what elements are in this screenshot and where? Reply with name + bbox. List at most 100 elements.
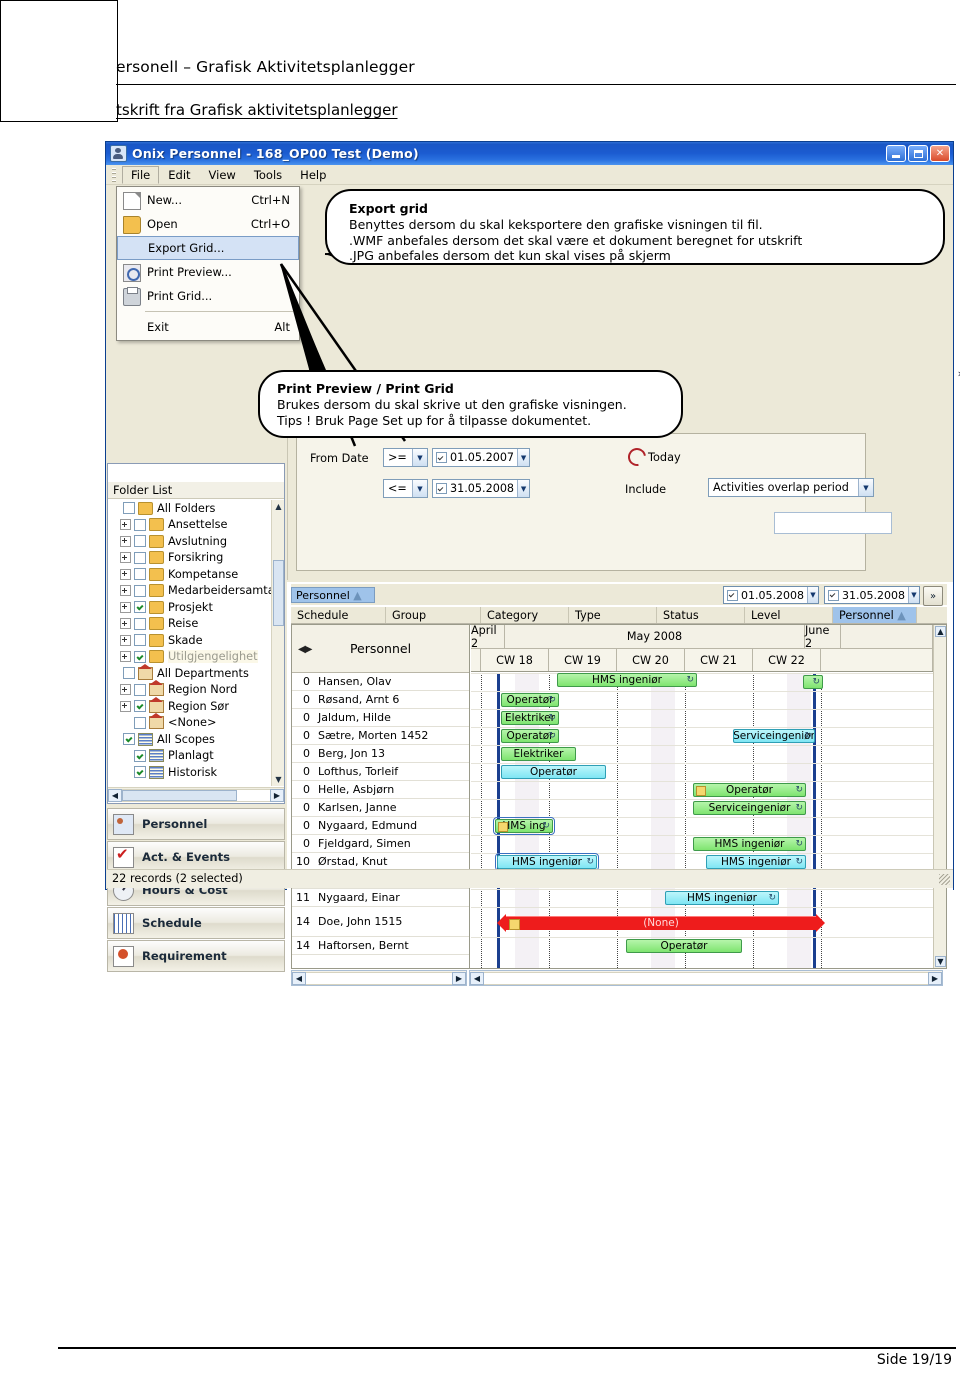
- menu-item-print-preview[interactable]: Print Preview...: [117, 260, 299, 284]
- table-row[interactable]: 0 Nygaard, Edmund: [292, 817, 469, 835]
- scroll-left-icon[interactable]: ◀: [292, 971, 306, 985]
- table-row[interactable]: 0 Røsand, Arnt 6: [292, 691, 469, 709]
- expand-plus-icon[interactable]: [120, 700, 131, 712]
- table-row[interactable]: 0 Jaldum, Hilde: [292, 709, 469, 727]
- scroll-up-icon[interactable]: ▲: [935, 626, 946, 637]
- gantt-bar[interactable]: Elektriker: [501, 747, 576, 761]
- sort-chip[interactable]: Personnel ▲: [291, 586, 375, 603]
- column-header-schedule[interactable]: Schedule: [291, 607, 386, 623]
- table-row[interactable]: 0 Lofthus, Torleif: [292, 763, 469, 781]
- menu-tools[interactable]: Tools: [245, 166, 291, 184]
- scroll-down-icon[interactable]: ▼: [935, 956, 946, 967]
- gantt-bar[interactable]: Operatør↻: [693, 783, 806, 797]
- names-horizontal-scrollbar[interactable]: ◀ ▶: [291, 970, 467, 986]
- menu-item-new[interactable]: New... Ctrl+N: [117, 188, 299, 212]
- folder-tree-item[interactable]: Utilgjengelighet: [109, 649, 271, 666]
- folder-tree-item[interactable]: Region Sør: [109, 696, 271, 715]
- from-date-dropdown-icon[interactable]: ▼: [517, 449, 529, 466]
- scrollbar-track[interactable]: [306, 971, 452, 985]
- scroll-up-icon[interactable]: ▲: [273, 501, 284, 512]
- gantt-bar[interactable]: Serviceingeniør ↻: [733, 729, 815, 743]
- folder-checkbox[interactable]: [134, 518, 146, 531]
- menu-view[interactable]: View: [200, 166, 245, 184]
- folder-checkbox[interactable]: [134, 634, 146, 647]
- gantt-bar[interactable]: Operatør↻: [501, 693, 559, 707]
- gantt-horizontal-scrollbar[interactable]: ◀ ▶: [469, 970, 943, 986]
- folder-tree-item[interactable]: Historisk: [109, 764, 271, 781]
- panel-expand-icon[interactable]: »: [954, 366, 960, 381]
- expand-plus-icon[interactable]: [120, 552, 131, 564]
- expand-plus-icon[interactable]: [120, 634, 131, 646]
- minimize-button[interactable]: [886, 145, 906, 162]
- folder-tree-item[interactable]: All Folders: [109, 500, 271, 517]
- folder-tree-item[interactable]: All Departments: [109, 663, 271, 682]
- folder-checkbox[interactable]: [134, 749, 146, 762]
- table-row[interactable]: 14 Doe, John 1515: [292, 907, 469, 937]
- expand-plus-icon[interactable]: [120, 535, 131, 547]
- gantt-bar[interactable]: Serviceingeniør ↻: [693, 801, 806, 815]
- to-date-operator-select[interactable]: <= ▼: [383, 479, 428, 498]
- sidebar-item-personnel[interactable]: Personnel: [107, 808, 285, 840]
- expand-plus-icon[interactable]: [120, 585, 131, 597]
- folder-tree-item[interactable]: Reise: [109, 616, 271, 633]
- to-date-input[interactable]: 31.05.2008 ▼: [432, 479, 530, 498]
- table-row[interactable]: 0 Hansen, Olav: [292, 673, 469, 691]
- include-select[interactable]: Activities overlap period ▼: [708, 478, 874, 497]
- grid-date-to-input[interactable]: 31.05.2008 ▼: [824, 586, 920, 604]
- personnel-rows[interactable]: 0 Hansen, Olav 0 Røsand, Arnt 6 0 Jaldum, Hil…: [292, 673, 469, 955]
- folder-checkbox[interactable]: [134, 535, 146, 548]
- scroll-right-icon[interactable]: ▶: [270, 788, 284, 802]
- menu-item-exit[interactable]: Exit Alt: [117, 315, 299, 339]
- folder-checkbox[interactable]: [123, 733, 135, 746]
- scrollbar-thumb[interactable]: [273, 560, 284, 626]
- chevron-down-icon[interactable]: ▼: [907, 587, 919, 603]
- sidebar-item-requirement[interactable]: Requirement: [107, 940, 285, 972]
- column-header-personnel[interactable]: Personnel ▲: [833, 607, 917, 623]
- table-row[interactable]: 0 Karlsen, Janne: [292, 799, 469, 817]
- table-row[interactable]: 11 Nygaard, Einar: [292, 889, 469, 907]
- grid-date-to-checkbox[interactable]: [828, 589, 839, 601]
- expand-plus-icon[interactable]: [120, 568, 131, 580]
- from-date-input[interactable]: 01.05.2007 ▼: [432, 448, 530, 467]
- scroll-left-icon[interactable]: ◀: [108, 788, 122, 802]
- folder-tree-item[interactable]: Ansettelse: [109, 517, 271, 534]
- menu-drag-grip[interactable]: [112, 167, 116, 182]
- scroll-down-icon[interactable]: ▼: [273, 774, 284, 785]
- maximize-button[interactable]: [908, 145, 928, 162]
- column-header-type[interactable]: Type: [569, 607, 657, 623]
- column-header-group[interactable]: Group: [386, 607, 481, 623]
- scrollbar-track[interactable]: [122, 788, 270, 802]
- free-text-input[interactable]: [774, 512, 892, 534]
- folder-checkbox[interactable]: [134, 568, 146, 581]
- menu-edit[interactable]: Edit: [159, 166, 199, 184]
- table-row[interactable]: 14 Haftorsen, Bernt: [292, 937, 469, 955]
- folder-checkbox[interactable]: [134, 650, 146, 663]
- gantt-bar[interactable]: Operatør↻: [501, 729, 559, 743]
- resize-grip-icon[interactable]: [939, 874, 950, 885]
- folder-tree-item[interactable]: Prosjekt: [109, 599, 271, 616]
- menu-file[interactable]: File: [122, 165, 160, 184]
- folder-checkbox[interactable]: [134, 683, 146, 696]
- folder-checkbox[interactable]: [123, 502, 135, 515]
- grid-expand-button[interactable]: »: [923, 586, 943, 606]
- scroll-right-icon[interactable]: ▶: [928, 971, 942, 985]
- gantt-bar-unavailable[interactable]: (None): [497, 913, 825, 932]
- chevron-down-icon[interactable]: ▼: [412, 449, 427, 466]
- scroll-right-icon[interactable]: ▶: [452, 971, 466, 985]
- folder-tree-vertical-scrollbar[interactable]: ▲ ▼: [271, 500, 284, 786]
- gantt-bar[interactable]: ↻: [803, 675, 823, 689]
- chevron-down-icon[interactable]: ▼: [806, 587, 818, 603]
- column-header-level[interactable]: Level: [745, 607, 833, 623]
- sidebar-item-schedule[interactable]: Schedule: [107, 907, 285, 939]
- chevron-down-icon[interactable]: ▼: [858, 479, 873, 496]
- folder-checkbox[interactable]: [134, 617, 146, 630]
- gantt-bar[interactable]: Operatør: [626, 939, 742, 953]
- table-row[interactable]: 0 Berg, Jon 13: [292, 745, 469, 763]
- gantt-plot[interactable]: ↻ Operatør ↻ Elektriker ↻ Operatør ↻ Serviceing…: [471, 673, 933, 968]
- gantt-vertical-scrollbar[interactable]: ▲ ▼: [933, 625, 946, 968]
- folder-checkbox[interactable]: [123, 667, 135, 680]
- expand-plus-icon[interactable]: [120, 601, 131, 613]
- folder-checkbox[interactable]: [134, 766, 146, 779]
- resize-arrows-icon[interactable]: ◀▶: [298, 644, 312, 655]
- folder-tree-item[interactable]: Skade: [109, 632, 271, 649]
